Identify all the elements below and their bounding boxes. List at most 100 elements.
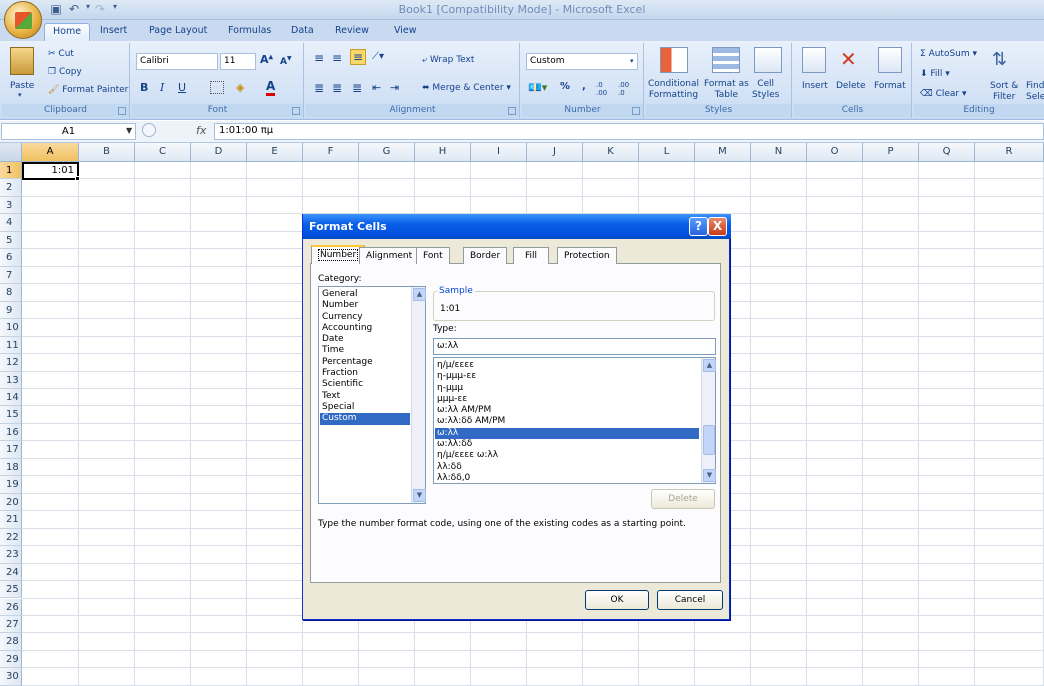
comma-icon[interactable]: , [582,81,586,92]
align-center-icon[interactable]: ≣ [332,81,342,95]
type-list-item[interactable]: ω:λλ:δδ AM/PM [435,416,699,427]
tab-data[interactable]: Data [283,23,322,41]
row-header-3[interactable]: 3 [0,196,22,215]
row-header-1[interactable]: 1 [0,162,22,180]
tab-view[interactable]: View [386,23,425,41]
row-header-22[interactable]: 22 [0,528,22,547]
column-header-r[interactable]: R [975,143,1044,162]
cell-styles-button[interactable]: Cell Styles [752,79,779,101]
tab-review[interactable]: Review [327,23,377,41]
column-header-h[interactable]: H [415,143,471,162]
font-size-combo[interactable]: 11 [220,53,256,70]
type-list-item[interactable]: μμμ-εε [435,394,699,405]
cancel-entry-icon[interactable] [142,123,156,137]
column-header-p[interactable]: P [863,143,919,162]
font-color-icon[interactable]: A [266,79,276,96]
row-header-28[interactable]: 28 [0,633,22,651]
category-item-percentage[interactable]: Percentage [320,357,410,368]
type-list-item[interactable]: η-μμμ [435,383,699,394]
cancel-button[interactable]: Cancel [657,590,723,610]
cut-button[interactable]: ✂ Cut [48,49,74,59]
sort-filter-button[interactable]: Sort & Filter [990,81,1018,103]
row-header-17[interactable]: 17 [0,441,22,459]
row-header-23[interactable]: 23 [0,546,22,564]
column-header-m[interactable]: M [695,143,751,162]
font-launcher-icon[interactable] [292,107,300,115]
borders-icon[interactable] [210,81,224,94]
format-as-table-button[interactable]: Format as Table [704,79,749,101]
category-scrollbar[interactable]: ▲ ▼ [411,287,426,503]
row-header-13[interactable]: 13 [0,371,22,389]
row-header-24[interactable]: 24 [0,563,22,582]
help-button[interactable]: ? [689,217,708,236]
wrap-text-button[interactable]: ⤶ Wrap Text [422,55,474,65]
clear-button[interactable]: ⌫ Clear ▾ [920,89,967,99]
column-header-f[interactable]: F [303,143,359,162]
orientation-icon[interactable]: ⟋▾ [372,51,384,62]
column-header-q[interactable]: Q [919,143,975,162]
category-item-accounting[interactable]: Accounting [320,323,410,334]
delete-button[interactable]: Delete [836,81,866,91]
conditional-formatting-button[interactable]: Conditional Formatting [648,79,699,101]
type-scroll-down-icon[interactable]: ▼ [703,469,716,482]
row-header-20[interactable]: 20 [0,493,22,512]
decrease-decimal-icon[interactable]: .00.0 [618,81,629,97]
bold-icon[interactable]: B [140,81,148,94]
copy-button[interactable]: ❐ Copy [48,67,82,77]
type-list-item[interactable]: ω:λλ AM/PM [435,405,699,416]
cell-a1[interactable]: 1:01 [22,162,79,180]
decrease-indent-icon[interactable]: ⇤ [372,81,381,94]
type-list-item[interactable]: ω:λλ [435,427,699,440]
category-item-custom[interactable]: Custom [320,413,410,425]
dialog-tab-number[interactable]: Number [311,245,366,264]
align-middle-icon[interactable]: ≡ [332,51,342,65]
dialog-tab-fill[interactable]: Fill [513,247,550,264]
row-header-25[interactable]: 25 [0,581,22,599]
format-button[interactable]: Format [874,81,906,91]
tab-insert[interactable]: Insert [92,23,135,41]
type-scrollbar[interactable]: ▲ ▼ [701,358,716,483]
row-header-15[interactable]: 15 [0,406,22,424]
row-header-27[interactable]: 27 [0,615,22,634]
align-left-icon[interactable]: ≣ [314,81,324,95]
row-header-8[interactable]: 8 [0,284,22,302]
column-header-i[interactable]: I [471,143,527,162]
type-scroll-up-icon[interactable]: ▲ [703,359,716,372]
paste-button[interactable]: Paste [10,81,34,91]
row-header-2[interactable]: 2 [0,179,22,197]
column-header-l[interactable]: L [639,143,695,162]
column-header-a[interactable]: A [22,143,79,162]
column-header-d[interactable]: D [191,143,247,162]
dialog-tab-border[interactable]: Border [463,247,508,264]
increase-indent-icon[interactable]: ⇥ [390,81,399,94]
type-input[interactable]: ω:λλ [433,338,716,355]
clipboard-launcher-icon[interactable] [118,107,126,115]
dialog-tab-alignment[interactable]: Alignment [359,247,420,264]
row-header-7[interactable]: 7 [0,266,22,285]
type-list-item[interactable]: η/μ/εεεε ω:λλ [435,450,699,461]
scroll-up-icon[interactable]: ▲ [413,288,426,301]
insert-function-icon[interactable]: fx [196,124,206,137]
number-format-dropdown-icon[interactable]: ▾ [630,57,634,65]
scroll-down-icon[interactable]: ▼ [413,489,426,502]
row-header-29[interactable]: 29 [0,650,22,669]
tab-formulas[interactable]: Formulas [220,23,279,41]
dialog-tab-protection[interactable]: Protection [557,247,617,264]
row-header-5[interactable]: 5 [0,231,22,250]
row-header-11[interactable]: 11 [0,336,22,355]
type-list-item[interactable]: ω:λλ:δδ [435,439,699,450]
fill-handle[interactable] [75,176,80,181]
category-item-special[interactable]: Special [320,402,410,413]
type-list-item[interactable]: η-μμμ-εε [435,371,699,382]
formula-input[interactable]: 1:01:00 πμ [214,123,1044,140]
percent-icon[interactable]: % [560,81,570,92]
row-header-21[interactable]: 21 [0,511,22,529]
paste-dropdown-icon[interactable]: ▾ [18,91,22,99]
category-item-number[interactable]: Number [320,300,410,311]
tab-home[interactable]: Home [44,23,91,41]
office-button[interactable] [4,1,42,39]
row-header-12[interactable]: 12 [0,354,22,372]
row-header-26[interactable]: 26 [0,598,22,616]
autosum-button[interactable]: Σ AutoSum ▾ [920,49,977,59]
row-header-9[interactable]: 9 [0,301,22,320]
